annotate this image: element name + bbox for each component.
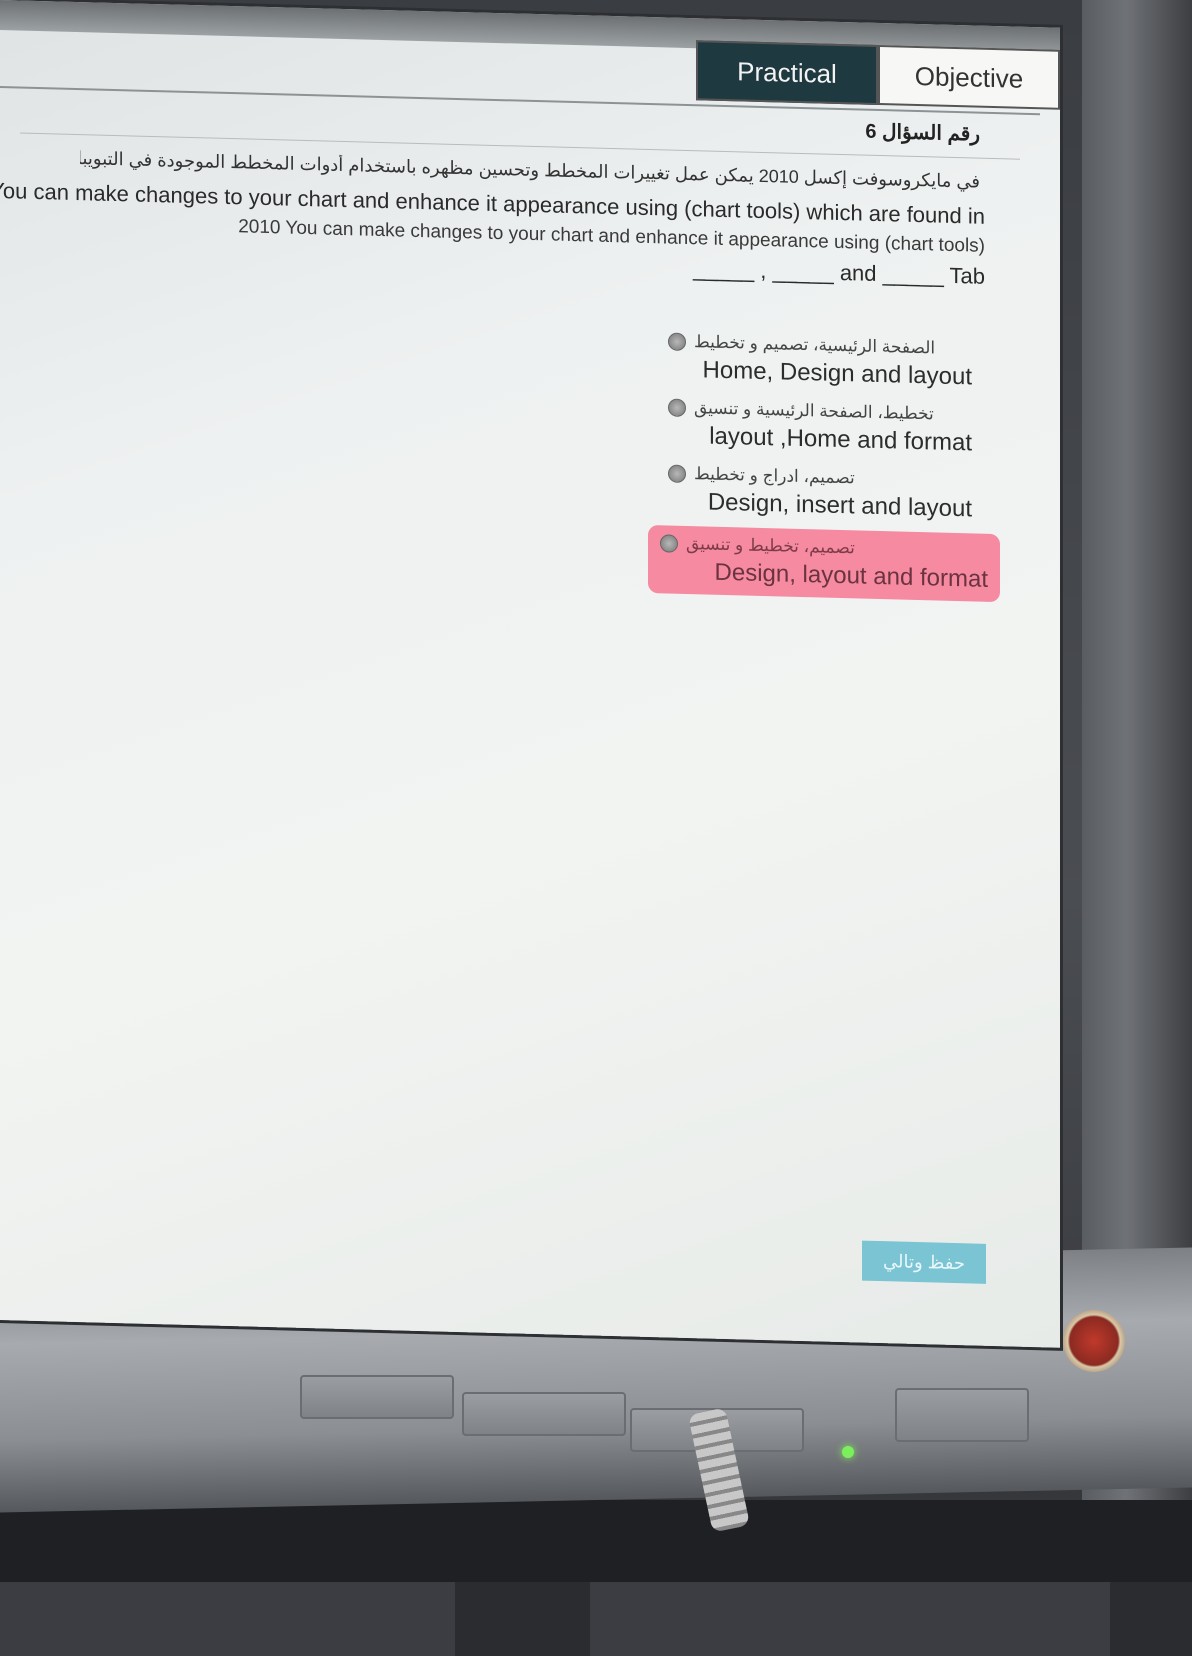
tab-practical[interactable]: Practical [696,40,878,105]
answer-option[interactable]: الصفحة الرئيسية، تصميم و تخطيط Home, Des… [660,327,980,395]
option-label-arabic: تصميم، ادراج و تخطيط [694,464,855,488]
answer-option[interactable]: تصميم، ادراج و تخطيط Design, insert and … [660,459,980,527]
question-number: رقم السؤال 6 [865,120,980,146]
question-text-english: You can make changes to your chart and e… [0,174,985,291]
power-led [842,1446,854,1458]
radio-button[interactable] [668,332,686,351]
option-label-arabic: تصميم، تخطيط و تنسيق [686,533,855,558]
radio-button[interactable] [668,464,686,483]
tab-bar: Practical Objective [696,40,1060,110]
option-label-english: Design, insert and layout [707,488,972,523]
monitor-button [462,1392,626,1436]
option-label-english: Design, layout and format [714,558,988,593]
monitor-power-button [895,1388,1029,1442]
monitor-button [300,1375,454,1419]
option-label-english: Home, Design and layout [702,356,972,391]
logo-badge [1063,1310,1125,1372]
thumbnail [590,1582,1110,1656]
answer-option[interactable]: تخطيط، الصفحة الرئيسية و تنسيق layout ,H… [660,393,980,461]
answer-option-highlighted[interactable]: تصميم، تخطيط و تنسيق Design, layout and … [648,524,1000,603]
thumbnail [0,1582,455,1656]
option-label-arabic: الصفحة الرئيسية، تصميم و تخطيط [694,332,936,358]
option-label-english: layout ,Home and format [709,422,972,457]
exam-screen: Practical Objective رقم السؤال 6 في مايك… [0,0,1060,1348]
tab-objective[interactable]: Objective [878,44,1060,110]
option-label-arabic: تخطيط، الصفحة الرئيسية و تنسيق [694,398,934,424]
radio-button[interactable] [668,398,686,417]
radio-button[interactable] [660,534,678,553]
answer-options: الصفحة الرئيسية، تصميم و تخطيط Home, Des… [648,327,1000,607]
save-next-button[interactable]: حفظ وتالي [862,1240,986,1284]
